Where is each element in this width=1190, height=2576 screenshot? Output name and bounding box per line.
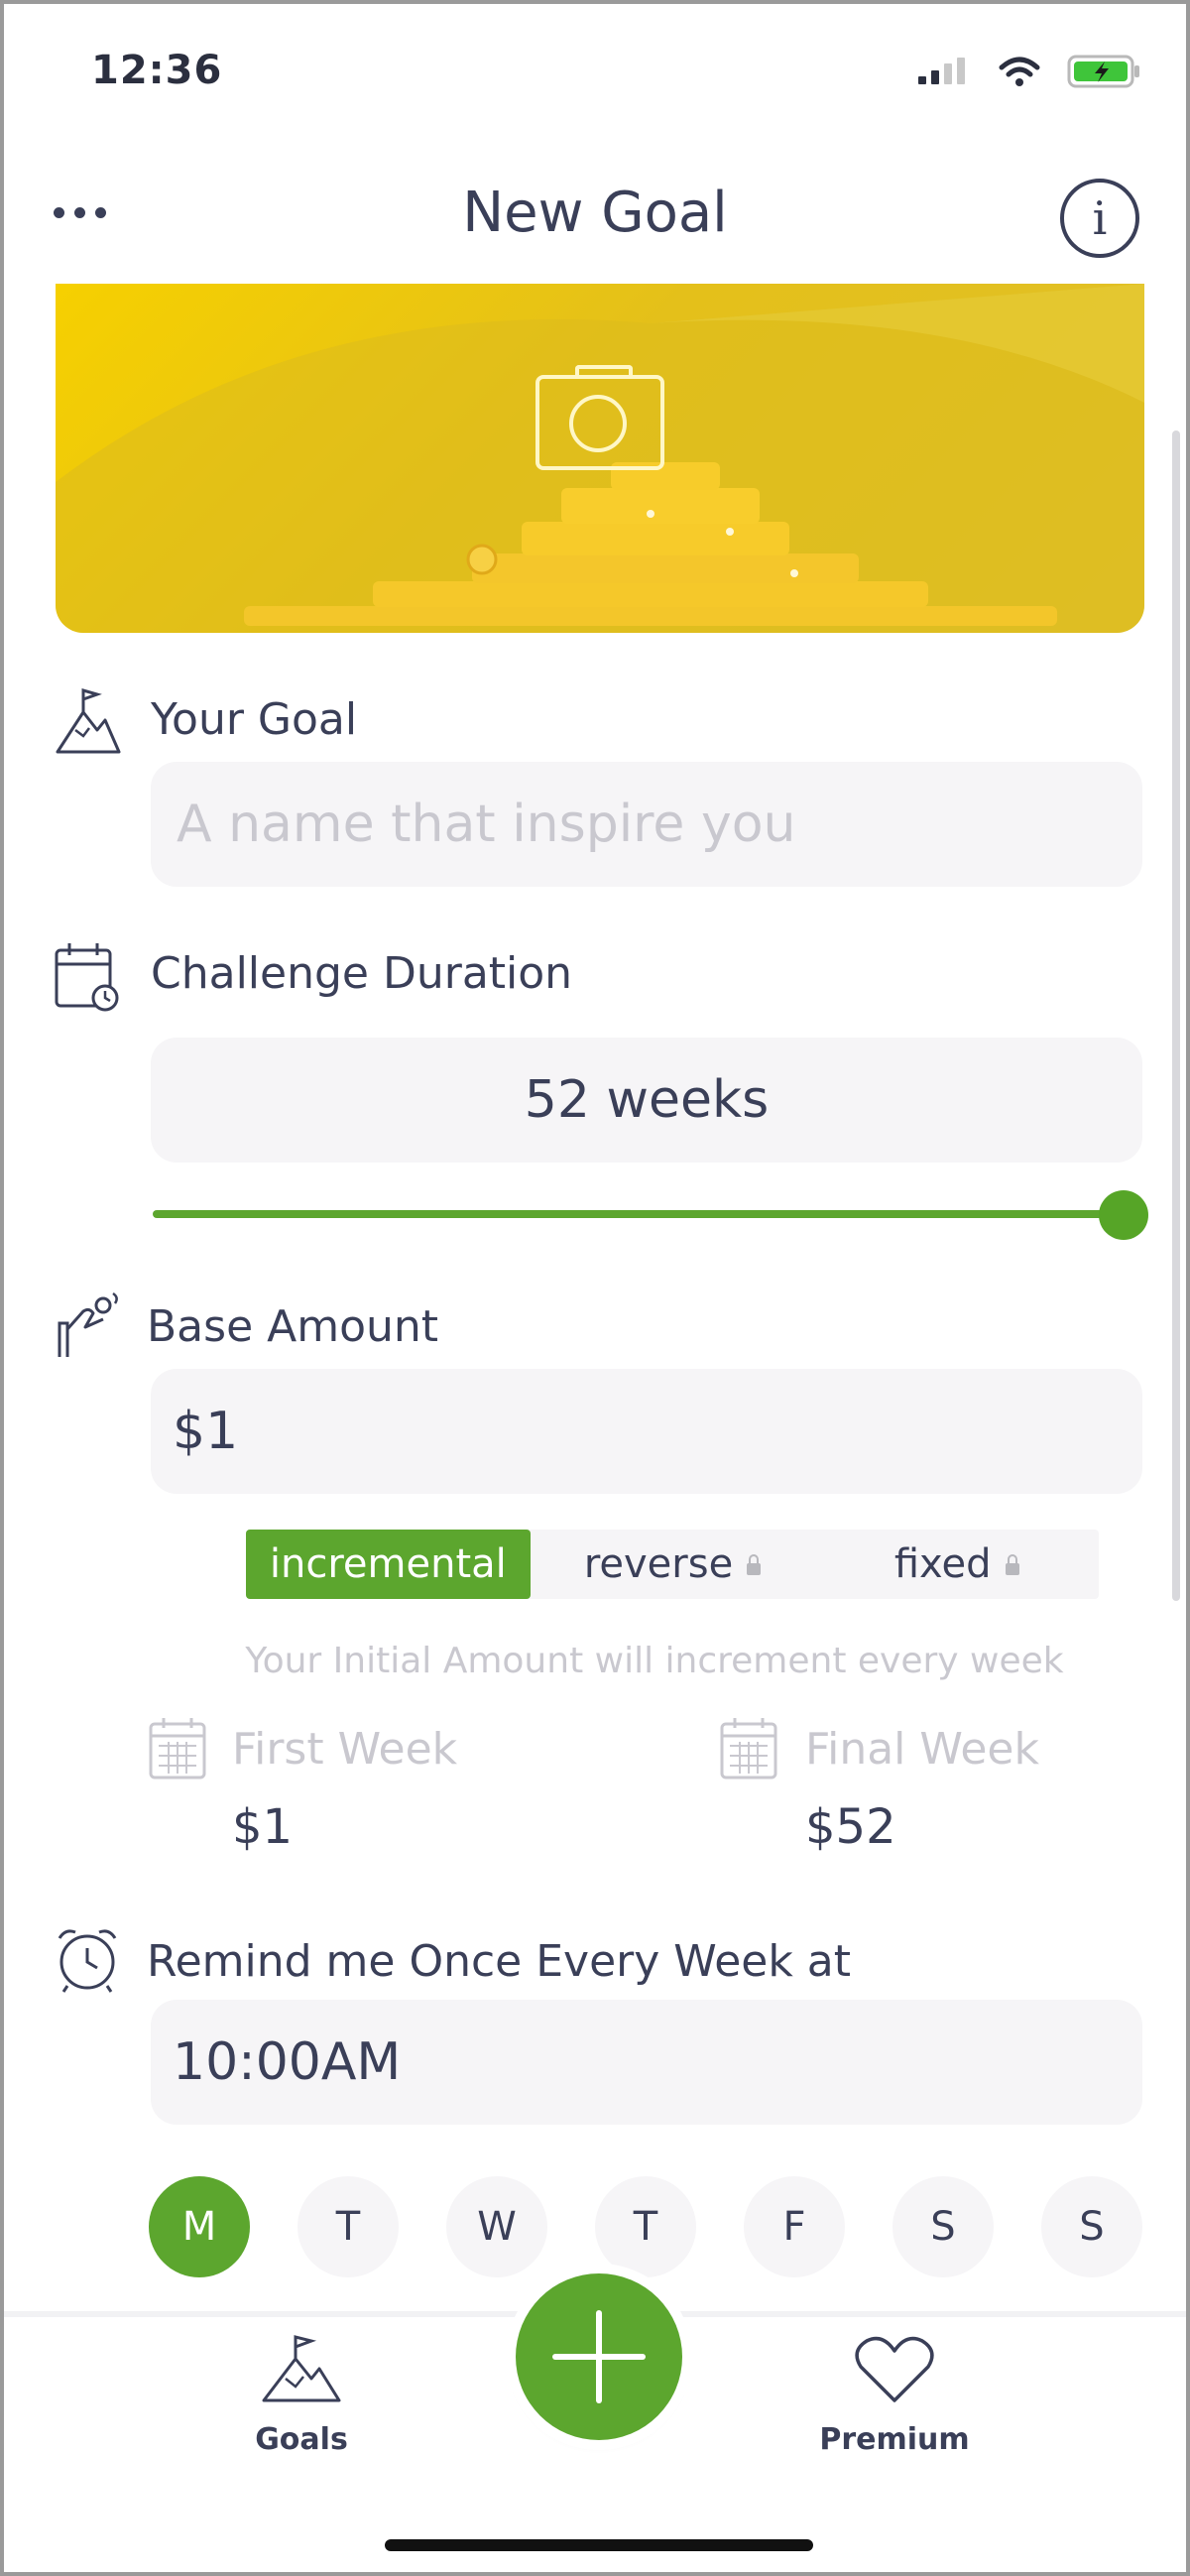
info-icon[interactable]: i bbox=[1060, 179, 1139, 258]
duration-slider-thumb[interactable] bbox=[1099, 1190, 1148, 1240]
final-week-label: Final Week bbox=[805, 1724, 1039, 1775]
duration-slider-track[interactable] bbox=[153, 1210, 1125, 1218]
duration-value[interactable]: 52 weeks bbox=[151, 1038, 1142, 1163]
mode-hint: Your Initial Amount will increment every… bbox=[245, 1641, 1064, 1681]
day-sunday[interactable]: S bbox=[1041, 2176, 1142, 2277]
tab-goals[interactable]: Goals bbox=[192, 2335, 411, 2457]
day-thursday[interactable]: T bbox=[595, 2176, 696, 2277]
home-indicator[interactable] bbox=[385, 2539, 813, 2551]
day-wednesday[interactable]: W bbox=[446, 2176, 547, 2277]
mountain-flag-icon bbox=[262, 2335, 341, 2402]
status-time: 12:36 bbox=[91, 48, 223, 93]
mode-reverse[interactable]: reverse bbox=[531, 1530, 815, 1599]
battery-icon bbox=[1067, 55, 1139, 88]
add-goal-button[interactable] bbox=[516, 2273, 682, 2440]
heart-icon bbox=[855, 2336, 934, 2402]
app-screen: 12:36 New Goal i Your Goal A name that i… bbox=[0, 0, 1190, 2576]
camera-icon[interactable] bbox=[536, 365, 664, 470]
status-icons bbox=[916, 54, 1142, 89]
amount-mode-selector: incremental reverse fixed bbox=[246, 1530, 1099, 1599]
plus-icon bbox=[552, 2310, 646, 2403]
mountain-flag-icon bbox=[56, 688, 121, 754]
calendar-icon bbox=[149, 1718, 206, 1779]
day-tuesday[interactable]: T bbox=[298, 2176, 399, 2277]
hand-coin-icon bbox=[58, 1291, 118, 1357]
tab-goals-label: Goals bbox=[255, 2422, 348, 2457]
alarm-clock-icon bbox=[58, 1929, 117, 1993]
day-saturday[interactable]: S bbox=[892, 2176, 994, 2277]
calendar-icon bbox=[720, 1718, 777, 1779]
mode-incremental[interactable]: incremental bbox=[246, 1530, 531, 1599]
scrollbar[interactable] bbox=[1172, 430, 1180, 1601]
base-amount-label: Base Amount bbox=[147, 1301, 439, 1352]
reminder-label: Remind me Once Every Week at bbox=[147, 1936, 852, 1987]
tab-premium[interactable]: Premium bbox=[785, 2335, 1004, 2457]
day-friday[interactable]: F bbox=[744, 2176, 845, 2277]
page-title: New Goal bbox=[462, 181, 728, 245]
weekday-selector: M T W T F S S bbox=[149, 2176, 1142, 2277]
day-monday[interactable]: M bbox=[149, 2176, 250, 2277]
wifi-icon bbox=[999, 57, 1040, 86]
mode-fixed[interactable]: fixed bbox=[814, 1530, 1099, 1599]
first-week-label: First Week bbox=[232, 1724, 458, 1775]
goal-image-banner[interactable] bbox=[56, 284, 1144, 633]
base-amount-input[interactable]: $1 bbox=[151, 1369, 1142, 1494]
signal-icon bbox=[918, 58, 965, 84]
lock-icon bbox=[747, 1554, 762, 1575]
calendar-clock-icon bbox=[55, 943, 119, 1012]
final-week-value: $52 bbox=[805, 1799, 896, 1855]
tab-premium-label: Premium bbox=[819, 2422, 970, 2457]
reminder-time-input[interactable]: 10:00AM bbox=[151, 2000, 1142, 2125]
goal-name-input[interactable]: A name that inspire you bbox=[151, 762, 1142, 887]
first-week-value: $1 bbox=[232, 1799, 294, 1855]
lock-icon bbox=[1005, 1554, 1019, 1575]
goal-label: Your Goal bbox=[151, 694, 358, 745]
duration-label: Challenge Duration bbox=[151, 948, 573, 999]
